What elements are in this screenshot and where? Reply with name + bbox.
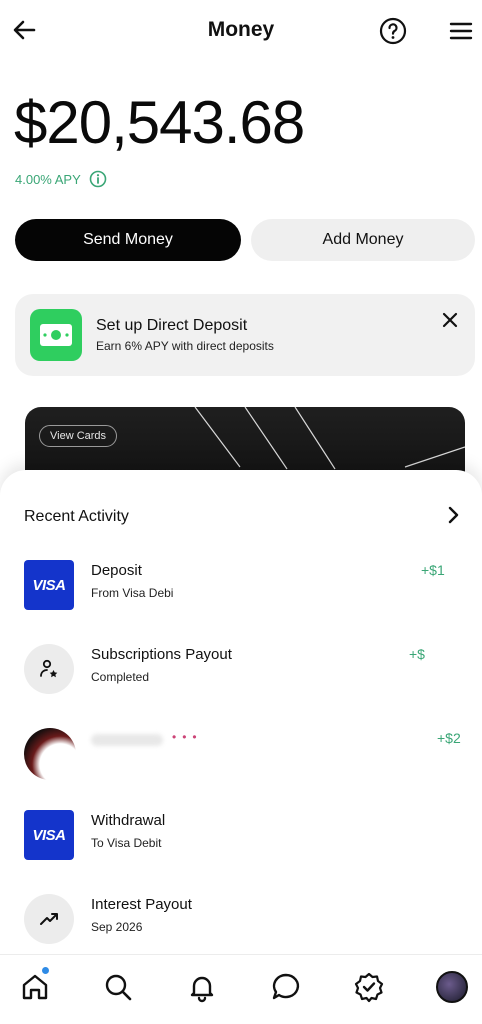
top-bar: Money [0, 0, 482, 62]
apy-label: 4.00% APY [15, 171, 81, 187]
activity-name: Subscriptions Payout [91, 646, 232, 663]
activity-row-interest[interactable]: Interest Payout Sep 2026 [0, 894, 482, 954]
close-icon[interactable] [441, 311, 459, 329]
recent-activity-sheet: Recent Activity VISA Deposit From Visa D… [0, 470, 482, 954]
visa-icon: VISA [24, 810, 74, 860]
chat-icon[interactable] [270, 971, 302, 1003]
activity-row-deposit[interactable]: VISA Deposit From Visa Debi +$1 [0, 560, 482, 630]
activity-name: Deposit [91, 562, 142, 579]
bottom-nav [0, 954, 482, 1024]
trending-up-icon [24, 894, 74, 944]
add-money-button[interactable]: Add Money [251, 219, 475, 261]
info-icon[interactable] [89, 170, 107, 188]
view-cards-button[interactable]: View Cards [39, 425, 118, 447]
page-title: Money [207, 18, 275, 41]
active-indicator [42, 967, 49, 974]
bell-icon[interactable] [186, 971, 218, 1003]
question-circle-icon[interactable] [378, 16, 408, 46]
hamburger-menu-icon[interactable] [446, 16, 476, 46]
direct-deposit-banner[interactable]: Set up Direct Deposit Earn 6% APY with d… [15, 294, 475, 376]
activity-sub: Sep 2026 [91, 920, 143, 934]
visa-icon: VISA [24, 560, 74, 610]
promo-title: Set up Direct Deposit [96, 317, 248, 334]
balance-amount: $20,543.68 [14, 89, 305, 156]
apy-row[interactable]: 4.00% APY [15, 170, 107, 188]
person-star-icon [24, 644, 74, 694]
profile-avatar[interactable] [436, 971, 468, 1003]
search-icon[interactable] [102, 971, 134, 1003]
activity-sub: Completed [91, 670, 150, 684]
send-money-button[interactable]: Send Money [15, 219, 241, 261]
activity-sub: To Visa Debit [91, 836, 162, 850]
activity-row-subscriptions[interactable]: Subscriptions Payout Completed +$ [0, 644, 482, 714]
verified-badge-icon[interactable] [353, 971, 385, 1003]
emoji-decoration: ••• [172, 730, 203, 744]
avatar-icon [24, 728, 76, 780]
recent-activity-title: Recent Activity [24, 508, 129, 525]
activity-name: Interest Payout [91, 896, 192, 913]
redacted-name [91, 734, 163, 746]
activity-name: Withdrawal [91, 812, 166, 829]
promo-subtitle: Earn 6% APY with direct deposits [96, 339, 274, 353]
activity-amount: +$2 [437, 730, 461, 746]
activity-row-withdrawal[interactable]: VISA Withdrawal To Visa Debit [0, 810, 482, 880]
activity-row-user[interactable]: ••• +$2 [0, 728, 482, 798]
home-icon[interactable] [19, 971, 51, 1003]
cash-bill-icon [30, 309, 82, 361]
activity-sub: From Visa Debi [91, 586, 174, 600]
activity-amount: +$ [409, 646, 425, 662]
activity-amount: +$1 [421, 562, 445, 578]
chevron-right-icon[interactable] [444, 506, 462, 524]
